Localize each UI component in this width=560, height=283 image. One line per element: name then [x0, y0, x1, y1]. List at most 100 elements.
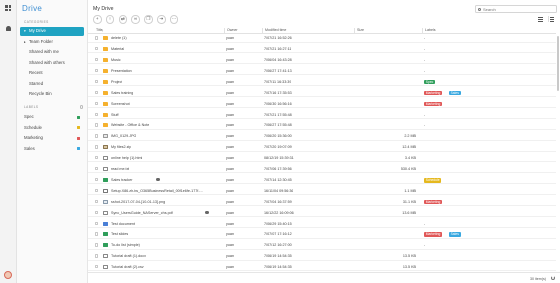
row-checkbox[interactable] — [95, 210, 99, 214]
file-row[interactable]: Material yuan 7/07/21 16:27:11 - — [88, 45, 556, 54]
row-checkbox[interactable] — [95, 90, 99, 95]
file-row[interactable]: IMG_0129.JPG yuan 7/06/20 15:36:00 2.2 MB — [88, 132, 556, 141]
sidebar-item-recycle-bin[interactable]: Recycle Bin — [20, 90, 84, 99]
file-name[interactable]: Stuff — [111, 113, 119, 117]
file-row[interactable]: Tutorial draft (1).docx yuan 7/06/19 14:54… — [88, 252, 556, 261]
label-tag[interactable]: Schedule — [424, 177, 442, 183]
file-name[interactable]: delete (1) — [111, 36, 127, 40]
label-item-spec[interactable]: Spec — [20, 113, 84, 122]
file-name[interactable]: sshot-2017-07-04-[10-01-13].png — [111, 200, 165, 204]
file-row[interactable]: Sales trainingyuan7/07/16 17:35:53-Marke… — [88, 89, 556, 97]
details-panel-icon[interactable] — [548, 16, 555, 22]
header-labels[interactable]: Labels — [422, 27, 436, 33]
header-owner[interactable]: Owner — [224, 27, 238, 33]
link-button[interactable]: ∞ — [131, 15, 140, 24]
file-name[interactable]: Tutorial draft (1).docx — [111, 254, 146, 258]
row-checkbox[interactable] — [95, 265, 99, 269]
file-row[interactable]: To-do list (simple) yuan 7/07/12 16:27:00 - — [88, 241, 556, 250]
add-button[interactable]: + — [93, 15, 102, 24]
row-checkbox[interactable] — [95, 221, 99, 225]
row-checkbox[interactable] — [95, 58, 99, 62]
file-name[interactable]: Project — [111, 80, 122, 84]
upload-button[interactable]: ↑ — [105, 15, 115, 24]
row-checkbox[interactable] — [95, 254, 99, 258]
file-name[interactable]: Test slides — [111, 232, 128, 236]
file-name[interactable]: online help (1).html — [111, 156, 142, 160]
sidebar-item-starred[interactable]: Starred — [20, 80, 84, 89]
label-item-sales[interactable]: Sales — [20, 145, 84, 154]
file-row[interactable]: Screenshotyuan7/06/30 16:56:16-Marketing — [88, 99, 556, 108]
row-checkbox[interactable] — [95, 188, 99, 193]
file-row[interactable]: Music yuan 7/06/04 16:43:28 - — [88, 56, 556, 65]
user-avatar-icon[interactable] — [4, 271, 12, 279]
sidebar-item-recent[interactable]: Recent — [20, 69, 84, 78]
file-name[interactable]: Music — [111, 58, 121, 62]
search-box[interactable] — [475, 5, 557, 13]
file-name[interactable]: To-do list (simple) — [111, 243, 140, 247]
list-view-icon[interactable] — [537, 16, 544, 22]
row-checkbox[interactable] — [95, 243, 99, 247]
scrollbar[interactable] — [557, 36, 559, 91]
notifications-bell-icon[interactable] — [4, 24, 12, 32]
label-tag[interactable]: Marketing — [424, 199, 443, 205]
header-modified[interactable]: Modified time — [262, 27, 286, 33]
label-tag[interactable]: Spec — [424, 79, 436, 85]
file-name[interactable]: Presentation — [111, 69, 132, 73]
row-checkbox[interactable] — [95, 177, 99, 182]
row-checkbox[interactable] — [95, 79, 99, 84]
row-checkbox[interactable] — [95, 68, 99, 73]
label-tag[interactable]: Marketing — [424, 101, 443, 107]
row-checkbox[interactable] — [95, 167, 99, 171]
file-row[interactable]: Sales trackeryuan7/07/14 12:30:45-Schedu… — [88, 176, 556, 185]
label-tag[interactable]: Marketing — [424, 232, 443, 238]
share-button[interactable]: ⇄ — [118, 15, 128, 24]
header-size[interactable]: Size — [354, 27, 364, 33]
file-row[interactable]: Presentation yuan 7/06/27 17:41:13 - — [88, 67, 556, 76]
more-button[interactable]: ⋯ — [169, 15, 179, 24]
file-row[interactable]: Tutorial draft (2).csv yuan 7/06/19 14:54:… — [88, 263, 556, 272]
sidebar-item-team-folder[interactable]: ▸ Team Folder — [20, 38, 84, 47]
file-name[interactable]: Tutorial draft (2).csv — [111, 265, 144, 269]
file-name[interactable]: Sales training — [111, 91, 133, 95]
row-checkbox[interactable] — [95, 134, 99, 138]
sidebar-item-shared-with-others[interactable]: Shared with others — [20, 59, 84, 68]
copy-button[interactable]: ❐ — [144, 15, 153, 24]
file-row[interactable]: Setup.X86.zh-tw_O365BusinessRetail_00f1e… — [88, 187, 556, 196]
file-row[interactable]: delete (1) yuan 7/07/21 16:52:26 - — [88, 34, 556, 43]
label-tag[interactable]: Sales — [448, 90, 461, 96]
add-label-icon[interactable] — [79, 105, 83, 109]
row-checkbox[interactable] — [95, 101, 99, 105]
file-row[interactable]: Test slidesyuan7/07/07 17:16:12-Marketin… — [88, 230, 556, 239]
row-checkbox[interactable] — [95, 156, 99, 160]
row-checkbox[interactable] — [95, 232, 99, 236]
label-tag[interactable]: Sales — [448, 232, 461, 238]
apps-grid-icon[interactable] — [4, 4, 12, 12]
file-row[interactable]: My files2.zip yuan 7/07/20 19:07:09 12.4 MB — [88, 143, 556, 152]
sidebar-item-my-drive[interactable]: ▾ My Drive — [20, 27, 84, 36]
row-checkbox[interactable] — [95, 112, 99, 116]
file-name[interactable]: read me.txt — [111, 167, 129, 171]
file-name[interactable]: Material — [111, 47, 124, 51]
file-row[interactable]: Projectyuan7/07/11 16:33:39-Spec — [88, 78, 556, 87]
file-name[interactable]: Website - Office & Note — [111, 123, 149, 127]
row-checkbox[interactable] — [95, 36, 99, 40]
sidebar-item-shared-with-me[interactable]: Shared with me — [20, 48, 84, 57]
label-tag[interactable]: Marketing — [424, 90, 443, 96]
file-name[interactable]: Setup.X86.zh-tw_O365BusinessRetail_00f1e… — [111, 189, 203, 193]
file-name[interactable]: Test document — [111, 222, 135, 226]
label-item-schedule[interactable]: Schedule — [20, 124, 84, 133]
file-row[interactable]: read me.txt yuan 7/07/06 17:39:56 530.4 KB — [88, 165, 556, 174]
row-checkbox[interactable] — [95, 123, 99, 127]
row-checkbox[interactable] — [95, 145, 99, 149]
file-name[interactable]: Sync_UsersGuide_NAServer_chs.pdf — [111, 211, 173, 215]
label-item-marketing[interactable]: Marketing — [20, 134, 84, 143]
file-row[interactable]: Website - Office & Note yuan 7/06/27 17:55… — [88, 121, 556, 130]
file-name[interactable]: IMG_0129.JPG — [111, 134, 136, 138]
file-row[interactable]: online help (1).html yuan 08/12/19 15:39:3… — [88, 154, 556, 163]
file-row[interactable]: Stuff yuan 7/07/21 17:55:48 - — [88, 110, 556, 119]
refresh-icon[interactable] — [551, 276, 555, 281]
file-row[interactable]: Sync_UsersGuide_NAServer_chs.pdf yuan 16/1… — [88, 208, 556, 217]
search-input[interactable] — [483, 6, 555, 13]
row-checkbox[interactable] — [95, 199, 99, 204]
file-name[interactable]: My files2.zip — [111, 145, 131, 149]
